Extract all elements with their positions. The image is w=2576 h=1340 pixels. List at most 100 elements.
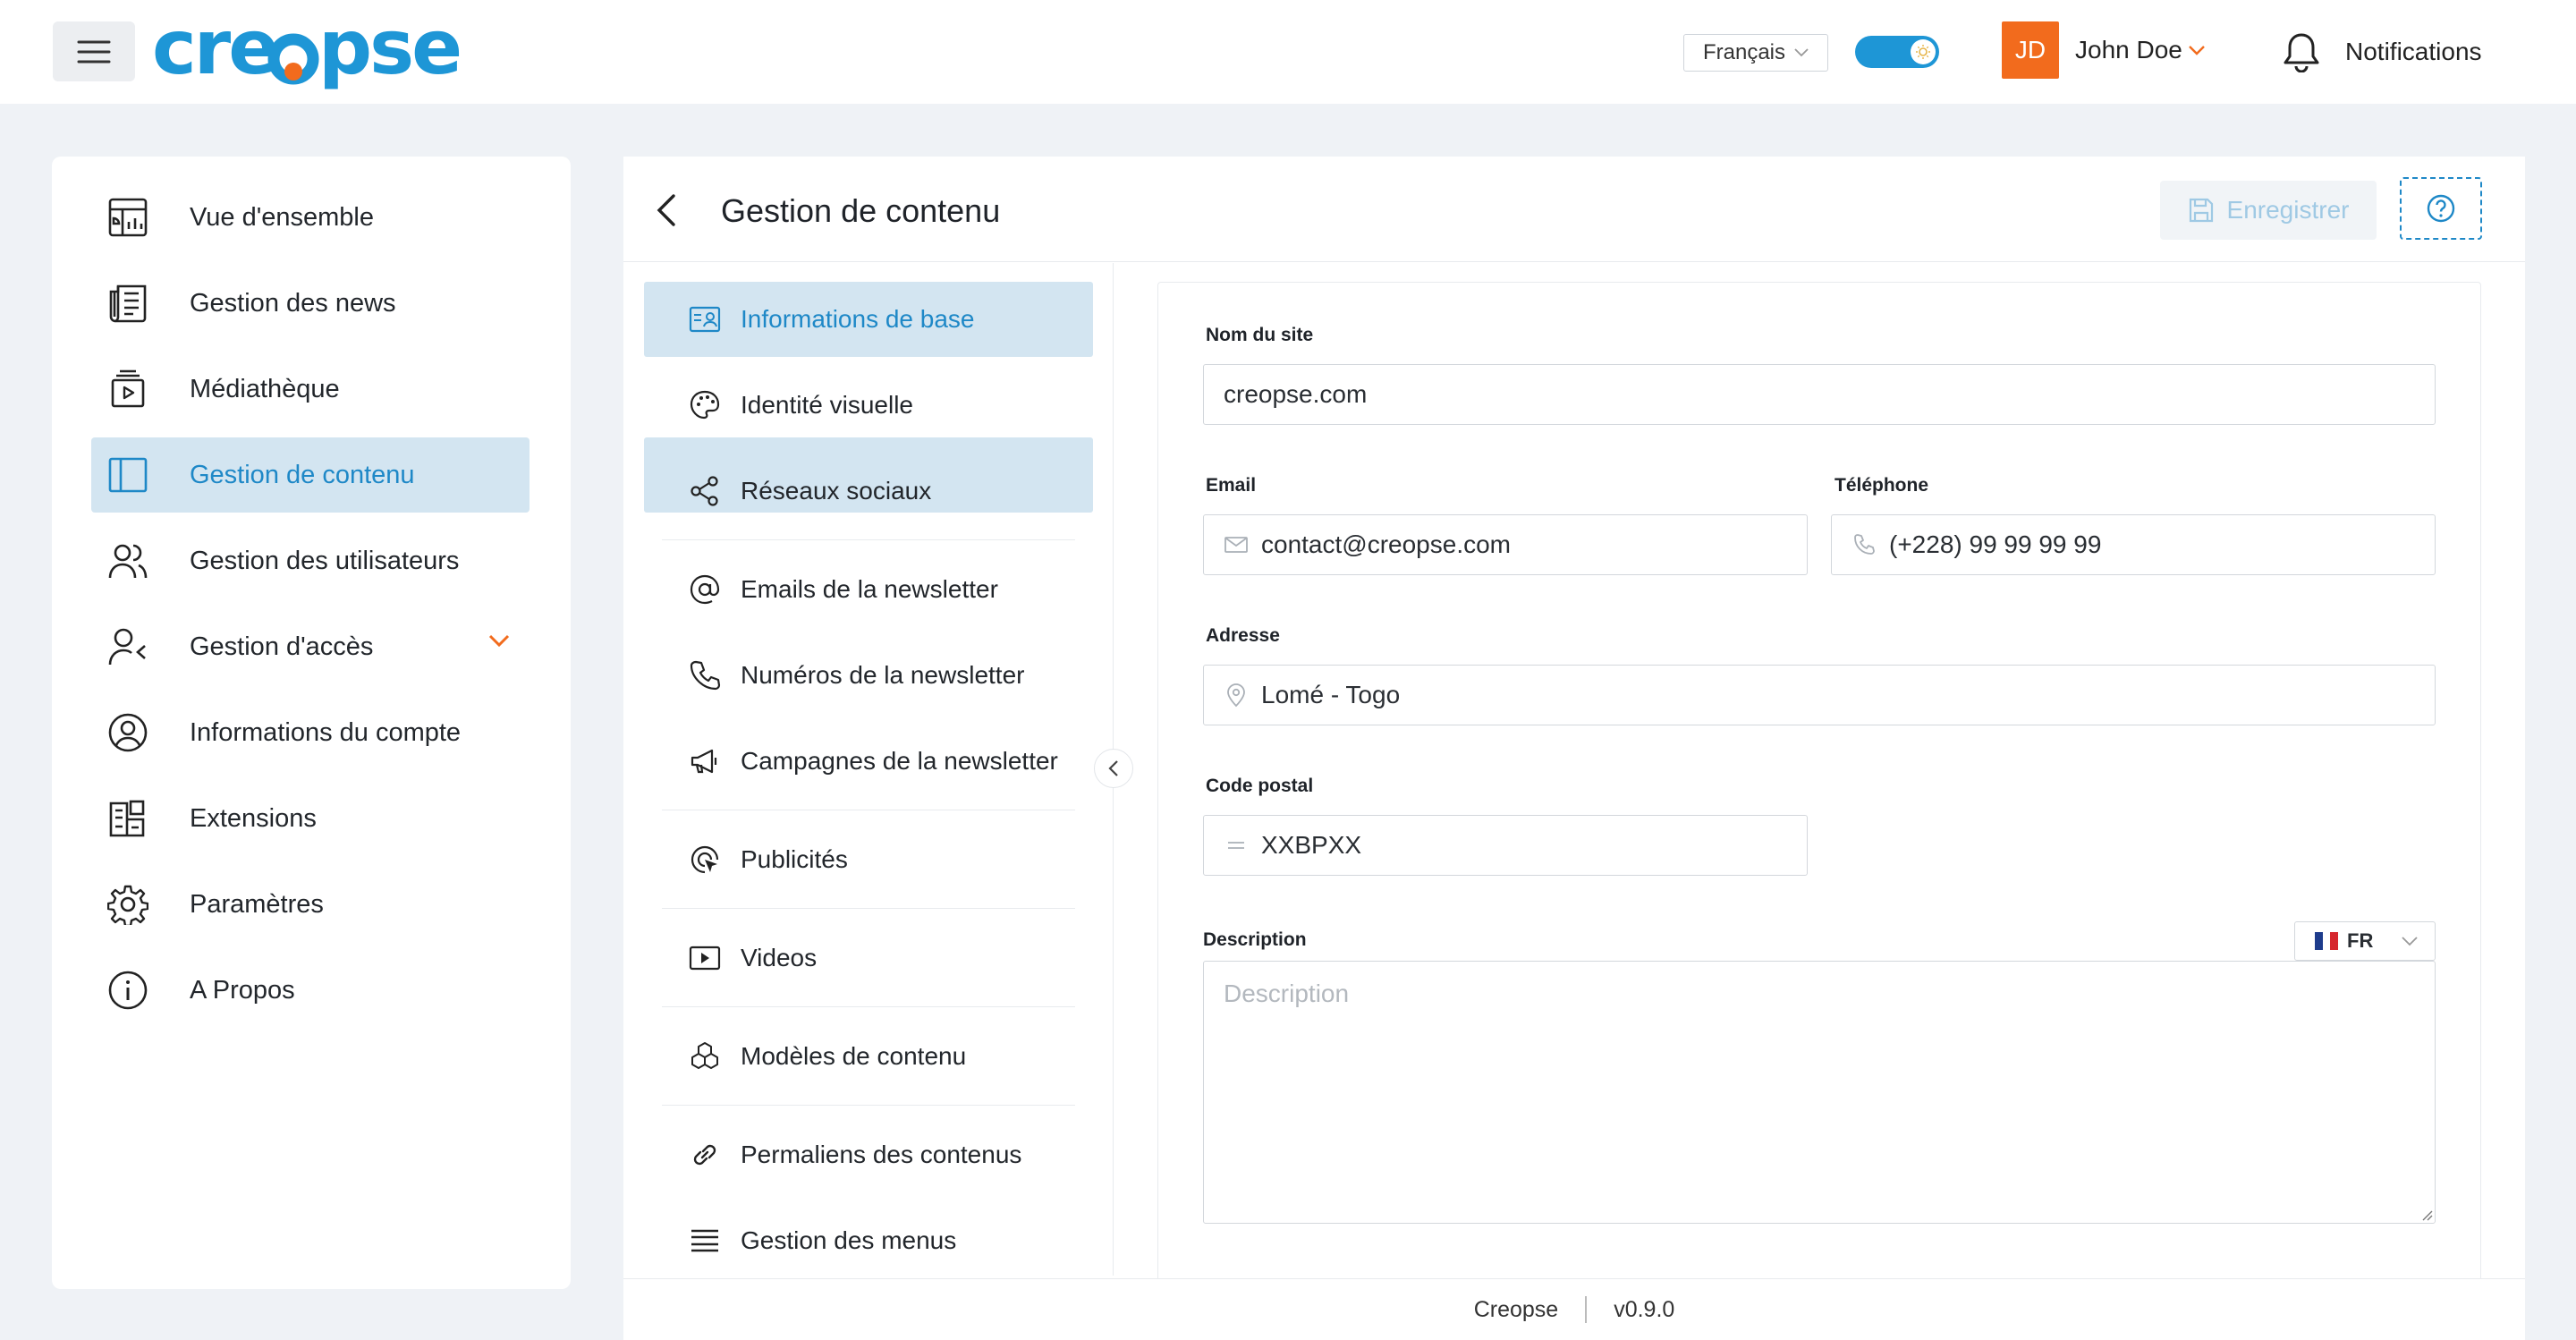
sidebar: Vue d'ensemble Gestion des news Médiathè…	[52, 157, 571, 1289]
save-button[interactable]: Enregistrer	[2160, 181, 2377, 240]
subnav-item-permalinks[interactable]: Permaliens des contenus	[644, 1117, 1093, 1192]
subnav-item-label: Videos	[741, 944, 818, 971]
address-label: Adresse	[1206, 625, 1280, 646]
postal-code-input[interactable]: XXBPXX	[1203, 815, 1808, 876]
theme-toggle[interactable]	[1855, 36, 1939, 68]
hamburger-icon	[77, 40, 111, 63]
subnav-divider	[662, 1105, 1075, 1106]
notifications-button[interactable]: Notifications	[2283, 27, 2482, 77]
sidebar-item-news[interactable]: Gestion des news	[91, 266, 530, 341]
phone-label: Téléphone	[1835, 475, 1929, 496]
site-name-input[interactable]: creopse.com	[1203, 364, 2436, 425]
phone-input[interactable]: (+228) 99 99 99 99	[1831, 514, 2436, 575]
account-circle-icon	[106, 710, 150, 755]
at-sign-icon	[687, 572, 723, 607]
subnav-item-label: Identité visuelle	[741, 391, 914, 419]
subnav-item-content-models[interactable]: Modèles de contenu	[644, 1019, 1093, 1094]
sidebar-item-media[interactable]: Médiathèque	[91, 352, 530, 427]
media-library-icon	[106, 367, 150, 411]
blocks-icon	[687, 1039, 723, 1074]
sidebar-item-account[interactable]: Informations du compte	[91, 695, 530, 770]
collapse-subnav-button[interactable]	[1094, 749, 1133, 788]
sidebar-item-label: Gestion des news	[190, 288, 396, 318]
help-circle-icon	[2427, 194, 2455, 223]
chevron-down-icon	[2402, 936, 2418, 946]
phone-icon	[687, 657, 723, 693]
sidebar-item-users[interactable]: Gestion des utilisateurs	[91, 523, 530, 598]
subnav-item-label: Gestion des menus	[741, 1226, 957, 1254]
email-input[interactable]: contact@creopse.com	[1203, 514, 1808, 575]
sidebar-item-label: Paramètres	[190, 889, 324, 919]
sidebar-item-label: Vue d'ensemble	[190, 202, 374, 232]
ad-target-icon	[687, 842, 723, 878]
sidebar-item-settings[interactable]: Paramètres	[91, 867, 530, 942]
settings-gear-icon	[106, 882, 150, 927]
description-language-select[interactable]: FR	[2294, 921, 2436, 961]
footer-version: v0.9.0	[1614, 1296, 1675, 1322]
sidebar-item-label: Médiathèque	[190, 374, 340, 403]
sidebar-item-content[interactable]: Gestion de contenu	[91, 437, 530, 513]
subnav-item-label: Campagnes de la newsletter	[741, 747, 1058, 775]
subnav-item-ads[interactable]: Publicités	[644, 822, 1093, 897]
subnav-item-social-networks[interactable]: Réseaux sociaux	[644, 454, 1093, 529]
user-menu[interactable]: JD John Doe	[2002, 21, 2206, 79]
subnav-item-newsletter-numbers[interactable]: Numéros de la newsletter	[644, 638, 1093, 713]
postal-code-value: XXBPXX	[1261, 831, 1362, 859]
subnav-item-newsletter-emails[interactable]: Emails de la newsletter	[644, 552, 1093, 627]
subnav-item-videos[interactable]: Videos	[644, 920, 1093, 996]
sidebar-item-access[interactable]: Gestion d'accès	[91, 609, 530, 684]
subnav-item-label: Numéros de la newsletter	[741, 661, 1025, 689]
help-button[interactable]	[2400, 177, 2482, 240]
subnav-item-newsletter-campaigns[interactable]: Campagnes de la newsletter	[644, 724, 1093, 799]
video-icon	[687, 940, 723, 976]
extensions-icon	[106, 796, 150, 841]
sidebar-item-label: A Propos	[190, 975, 295, 1005]
save-icon	[2189, 198, 2213, 223]
sidebar-item-extensions[interactable]: Extensions	[91, 781, 530, 856]
map-pin-icon	[1224, 683, 1249, 708]
users-icon	[106, 539, 150, 583]
menu-toggle-button[interactable]	[53, 21, 135, 81]
user-name: John Doe	[2075, 36, 2182, 64]
mail-icon	[1224, 532, 1249, 557]
email-label: Email	[1206, 475, 1257, 496]
footer: Creopse v0.9.0	[623, 1278, 2525, 1340]
subnav-divider	[662, 1006, 1075, 1007]
language-select[interactable]: Français	[1683, 34, 1828, 72]
back-button[interactable]	[650, 191, 686, 230]
description-textarea[interactable]: Description	[1203, 961, 2436, 1224]
sidebar-item-label: Extensions	[190, 803, 317, 833]
megaphone-icon	[687, 743, 723, 779]
site-name-value: creopse.com	[1224, 380, 1368, 408]
dashboard-icon	[106, 195, 150, 240]
toggle-knob	[1911, 39, 1936, 64]
subnav-item-label: Réseaux sociaux	[741, 477, 932, 505]
subnav-item-visual-identity[interactable]: Identité visuelle	[644, 368, 1093, 443]
creopse-logo[interactable]: cre pse	[152, 18, 476, 89]
description-label: Description	[1203, 929, 1307, 950]
email-value: contact@creopse.com	[1261, 530, 1511, 558]
phone-value: (+228) 99 99 99 99	[1889, 530, 2102, 558]
logo-mark: cre pse	[152, 18, 462, 89]
subnav-divider	[662, 539, 1075, 540]
chevron-left-icon	[1108, 760, 1118, 776]
subnav-divider	[662, 908, 1075, 909]
sidebar-item-overview[interactable]: Vue d'ensemble	[91, 180, 530, 255]
top-header: cre pse Français JD John Doe Notificatio…	[0, 0, 2576, 104]
address-value: Lomé - Togo	[1261, 681, 1401, 708]
footer-app-name: Creopse	[1473, 1296, 1559, 1322]
resize-handle-icon[interactable]	[2420, 1209, 2433, 1221]
subnav-item-basic-info[interactable]: Informations de base	[644, 282, 1093, 357]
subnav-item-label: Publicités	[741, 845, 848, 873]
phone-icon	[1852, 532, 1877, 557]
notifications-label: Notifications	[2345, 38, 2482, 65]
subnav-item-label: Emails de la newsletter	[741, 575, 998, 603]
bell-icon	[2284, 33, 2319, 72]
chevron-down-icon	[2189, 46, 2205, 55]
content-header: Gestion de contenu Enregistrer	[623, 157, 2525, 262]
sidebar-item-label: Gestion de contenu	[190, 460, 415, 489]
subnav-item-menus[interactable]: Gestion des menus	[644, 1203, 1093, 1278]
sidebar-item-about[interactable]: A Propos	[91, 953, 530, 1028]
address-input[interactable]: Lomé - Togo	[1203, 665, 2436, 725]
description-placeholder: Description	[1224, 980, 1350, 1007]
